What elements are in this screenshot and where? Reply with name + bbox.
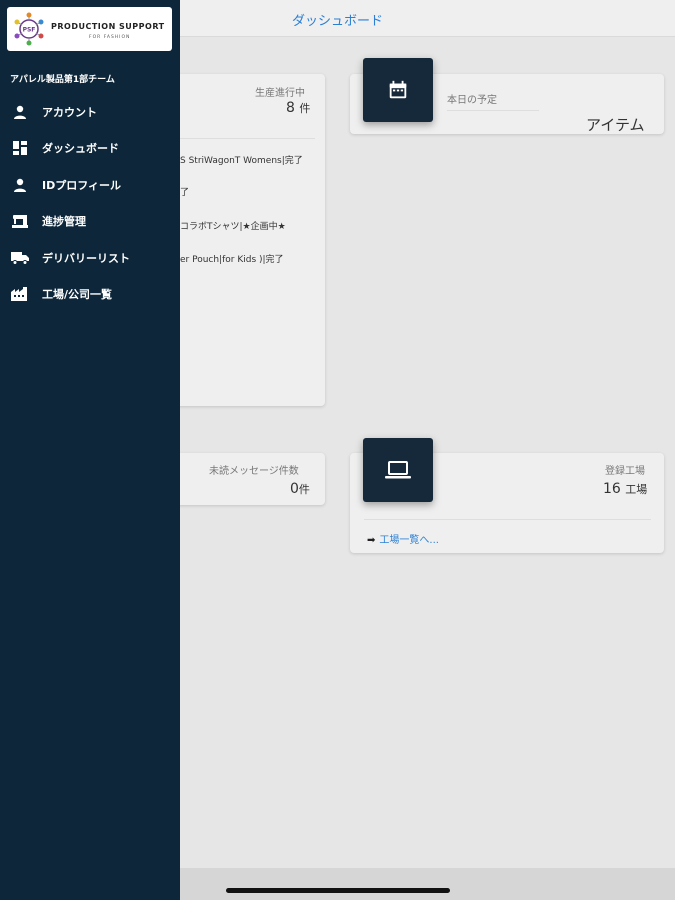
nav-item-id-profile[interactable]: IDプロフィール [0,170,180,200]
logo-mark-icon: PSF [14,12,44,46]
list-item[interactable]: er Pouch|for Kids )|完了 [180,252,284,265]
schedule-divider [447,110,539,111]
schedule-label: 本日の予定 [447,95,497,106]
truck-icon [11,250,29,266]
factory-list-link[interactable]: ➡ 工場一覧へ... [367,531,439,546]
factory-icon [11,286,29,302]
factories-divider [364,519,651,520]
logo-title: PRODUCTION SUPPORT [51,22,165,31]
page-title: ダッシュボード [292,14,384,29]
nav-label: アカウント [42,106,97,119]
dashboard-icon [11,140,29,156]
home-indicator [226,888,450,893]
person-icon [11,177,29,193]
nav-item-delivery[interactable]: デリバリーリスト [0,243,180,273]
arrow-right-icon: ➡ [367,535,376,546]
bottom-bar [180,868,675,900]
navigation-drawer: PSF PRODUCTION SUPPORT FOR FASHION アパレル製… [0,0,180,900]
svg-text:PSF: PSF [23,27,36,34]
factories-count: 16 工場 [603,481,648,497]
person-icon [11,104,29,120]
list-item[interactable]: コラボTシャツ|★企画中★ [180,219,286,232]
nav-item-progress[interactable]: 進捗管理 [0,206,180,236]
messages-label: 未読メッセージ件数 [209,466,299,477]
nav-item-factory-list[interactable]: 工場/公司一覧 [0,279,180,309]
factories-label: 登録工場 [605,466,645,477]
nav-item-dashboard[interactable]: ダッシュボード [0,133,180,163]
sewing-machine-icon [11,213,29,229]
laptop-icon [385,461,411,479]
team-name: アパレル製品第1部チーム [10,75,115,85]
list-item[interactable]: 了 [180,185,189,198]
production-label: 生産進行中 [255,88,305,99]
messages-count: 0件 [290,481,310,497]
schedule-value: アイテム [586,116,645,134]
logo[interactable]: PSF PRODUCTION SUPPORT FOR FASHION [7,7,172,51]
list-item[interactable]: S StriWagonT Womens|完了 [180,153,303,166]
factories-icon-tile [363,438,433,502]
nav-label: IDプロフィール [42,179,122,192]
production-count: 8 件 [286,100,311,116]
production-divider [180,138,315,139]
logo-subtitle: FOR FASHION [89,35,131,40]
nav-label: 進捗管理 [42,215,86,228]
calendar-icon [389,80,407,99]
nav-label: デリバリーリスト [42,252,130,265]
nav-item-account[interactable]: アカウント [0,97,180,127]
schedule-icon-tile [363,58,433,122]
nav-label: ダッシュボード [42,142,119,155]
nav-label: 工場/公司一覧 [42,288,113,301]
